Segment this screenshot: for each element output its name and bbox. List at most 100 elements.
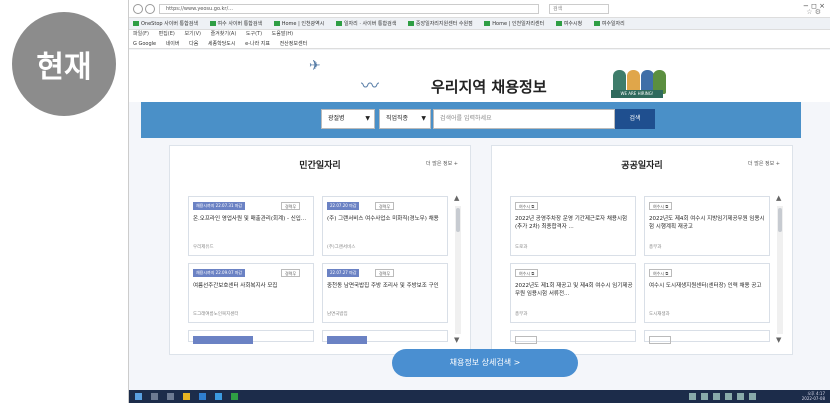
- scroll-up-icon[interactable]: ▲: [454, 194, 459, 202]
- career-tag: 경력무: [375, 269, 395, 277]
- status-badge: 현재: [12, 12, 116, 116]
- address-bar[interactable]: https://www.yeosu.go.kr/...: [159, 4, 539, 14]
- org-tag: [515, 336, 537, 344]
- browser-tab[interactable]: Home | 인천광역시: [270, 18, 329, 29]
- public-scrollbar[interactable]: [777, 206, 783, 334]
- taskbar: 오후 4:17 2022-07-08: [129, 390, 830, 403]
- page-title: 우리지역 채용정보: [431, 78, 547, 96]
- tab-bar: OneStop 사이버 통합검색 여수 사이버 통합검색 Home | 인천광역…: [129, 18, 830, 30]
- job-card[interactable]: [510, 330, 636, 344]
- org-name: 여수시: [519, 271, 531, 276]
- browser-window: https://www.yeosu.go.kr/... 검색 − ◻ × ☆ ⚙…: [128, 0, 830, 403]
- browser-tab[interactable]: Home | 인천일자리센터: [480, 18, 548, 29]
- job-card[interactable]: 채용시까지 22.07.31 마감 경력무 온.오프라인 영업사원 및 매출관리…: [188, 196, 314, 256]
- favorite-link[interactable]: 네이버: [166, 41, 180, 47]
- org-tag: 여수시 ⧉: [649, 202, 673, 210]
- org-tag: [649, 336, 671, 344]
- job-card[interactable]: [188, 330, 314, 344]
- favorite-link[interactable]: 세종학당도시: [208, 41, 236, 47]
- browser-search-input[interactable]: 검색: [549, 4, 609, 14]
- back-icon[interactable]: [133, 4, 143, 14]
- menu-item[interactable]: 도구(T): [246, 31, 262, 37]
- menu-item[interactable]: 보기(V): [184, 31, 201, 37]
- task-view-icon[interactable]: [167, 393, 174, 400]
- start-icon[interactable]: [135, 393, 142, 400]
- tray-icon[interactable]: [749, 393, 756, 400]
- tray-icon[interactable]: [689, 393, 696, 400]
- deadline-badge: [327, 336, 367, 344]
- browser-tab[interactable]: 여수시청: [552, 18, 586, 29]
- page-icon: [484, 21, 491, 26]
- favorite-link[interactable]: 다음: [189, 41, 198, 47]
- browser-search-hint: 검색: [553, 6, 563, 12]
- scroll-thumb[interactable]: [456, 208, 460, 232]
- job-card[interactable]: 22.07.27 마감 경력무 중천동 남면국밥집 주방 조리사 및 주방보조 …: [322, 263, 448, 323]
- browser-tab[interactable]: 일자리 · 사이버 통합검색: [332, 18, 400, 29]
- forward-icon[interactable]: [145, 4, 155, 14]
- scroll-thumb[interactable]: [778, 208, 782, 232]
- favorite-link[interactable]: G Google: [133, 41, 156, 47]
- menu-item[interactable]: 파일(F): [133, 31, 149, 37]
- job-card[interactable]: 22.07.20 마감 경력무 (주) 그랜서비스 여수사업소 미화직(경노무)…: [322, 196, 448, 256]
- public-jobs-panel: 공공일자리 더 많은 정보 + 여수시 ⧉ 2022년 공영주차장 운영 기간제…: [491, 145, 793, 355]
- favorite-link[interactable]: 전산정보센터: [280, 41, 308, 47]
- favorites-star-icon[interactable]: ☆ ⚙: [806, 8, 821, 16]
- tab-label: 여수일자리: [601, 21, 625, 27]
- scroll-down-icon[interactable]: ▼: [776, 336, 781, 344]
- keyword-input[interactable]: 검색어를 입력하세요: [433, 109, 615, 129]
- company-name: (주)그랜서비스: [327, 245, 356, 250]
- scroll-down-icon[interactable]: ▼: [454, 336, 459, 344]
- public-jobs-title: 공공일자리: [621, 161, 663, 171]
- folder-icon[interactable]: [183, 393, 190, 400]
- system-clock[interactable]: 오후 4:17 2022-07-08: [802, 391, 825, 401]
- job-title: 여름선주간보호센터 사회복지사 모집: [193, 283, 278, 289]
- menu-item[interactable]: 즐겨찾기(A): [211, 31, 237, 37]
- tray-icon[interactable]: [713, 393, 720, 400]
- keyword-placeholder: 검색어를 입력하세요: [440, 115, 492, 122]
- tray-icon[interactable]: [737, 393, 744, 400]
- search-button[interactable]: 검색: [615, 109, 655, 129]
- menu-item[interactable]: 편집(E): [159, 31, 175, 37]
- career-tag: 경력무: [281, 269, 301, 277]
- job-type-select[interactable]: 직업직종 ▼: [379, 109, 431, 129]
- tab-label: 일자리 · 사이버 통합검색: [343, 21, 397, 27]
- job-title: 2022년도 제4회 여수시 지방임기제공무원 임용시험 시행계획 재공고: [649, 216, 765, 230]
- job-card[interactable]: [644, 330, 770, 344]
- region-select[interactable]: 광절병 ▼: [321, 109, 375, 129]
- search-icon[interactable]: [151, 393, 158, 400]
- tab-label: 여수시청: [563, 21, 583, 27]
- tray-icon[interactable]: [701, 393, 708, 400]
- caret-down-icon: ▼: [421, 115, 426, 122]
- department-name: 총무과: [649, 245, 662, 250]
- browser-tab[interactable]: 여수일자리: [590, 18, 629, 29]
- browser-tab[interactable]: OneStop 사이버 통합검색: [129, 18, 202, 29]
- external-link-icon: ⧉: [665, 204, 669, 209]
- public-more-link[interactable]: 더 많은 정보 +: [748, 160, 780, 167]
- app-icon[interactable]: [231, 393, 238, 400]
- scroll-up-icon[interactable]: ▲: [776, 194, 781, 202]
- detail-search-button[interactable]: 채용정보 상세검색 >: [392, 349, 578, 377]
- private-more-link[interactable]: 더 많은 정보 +: [426, 160, 458, 167]
- job-title: 중천동 남면국밥집 주방 조리사 및 주방보조 구인: [327, 283, 439, 289]
- menu-item[interactable]: 도움말(H): [272, 31, 293, 37]
- page-icon: [133, 21, 139, 26]
- job-type-value: 직업직종: [386, 115, 409, 122]
- deadline-badge: 22.07.27 마감: [327, 269, 360, 277]
- edge-icon[interactable]: [199, 393, 206, 400]
- private-scrollbar[interactable]: [455, 206, 461, 334]
- job-card[interactable]: 여수시 ⧉ 여수시 도시재생지원센터(센터장) 인력 채용 공고 도시재생과: [644, 263, 770, 323]
- tab-label: Home | 인천광역시: [281, 21, 325, 27]
- job-card[interactable]: 여수시 ⧉ 2022년 공영주차장 운영 기간제근로자 채용시험(추가 2차) …: [510, 196, 636, 256]
- job-card[interactable]: 여수시 ⧉ 2022년도 제1회 재공고 및 제4회 여수시 임기제공무원 임용…: [510, 263, 636, 323]
- ie-icon[interactable]: [215, 393, 222, 400]
- career-tag: 경력무: [281, 202, 301, 210]
- job-card[interactable]: [322, 330, 448, 344]
- browser-tab[interactable]: 여수 사이버 통합검색: [206, 18, 267, 29]
- browser-tab[interactable]: 중앙일자리지원센터 수원점: [404, 18, 477, 29]
- tab-label: Home | 인천일자리센터: [492, 21, 545, 27]
- job-card[interactable]: 여수시 ⧉ 2022년도 제4회 여수시 지방임기제공무원 임용시험 시행계획 …: [644, 196, 770, 256]
- tray-icon[interactable]: [725, 393, 732, 400]
- private-jobs-panel: 민간일자리 더 많은 정보 + 채용시까지 22.07.31 마감 경력무 온.…: [169, 145, 471, 355]
- job-card[interactable]: 채용시까지 22.09.07 마감 경력무 여름선주간보호센터 사회복지사 모집…: [188, 263, 314, 323]
- favorite-link[interactable]: e-나라 지표: [245, 41, 270, 47]
